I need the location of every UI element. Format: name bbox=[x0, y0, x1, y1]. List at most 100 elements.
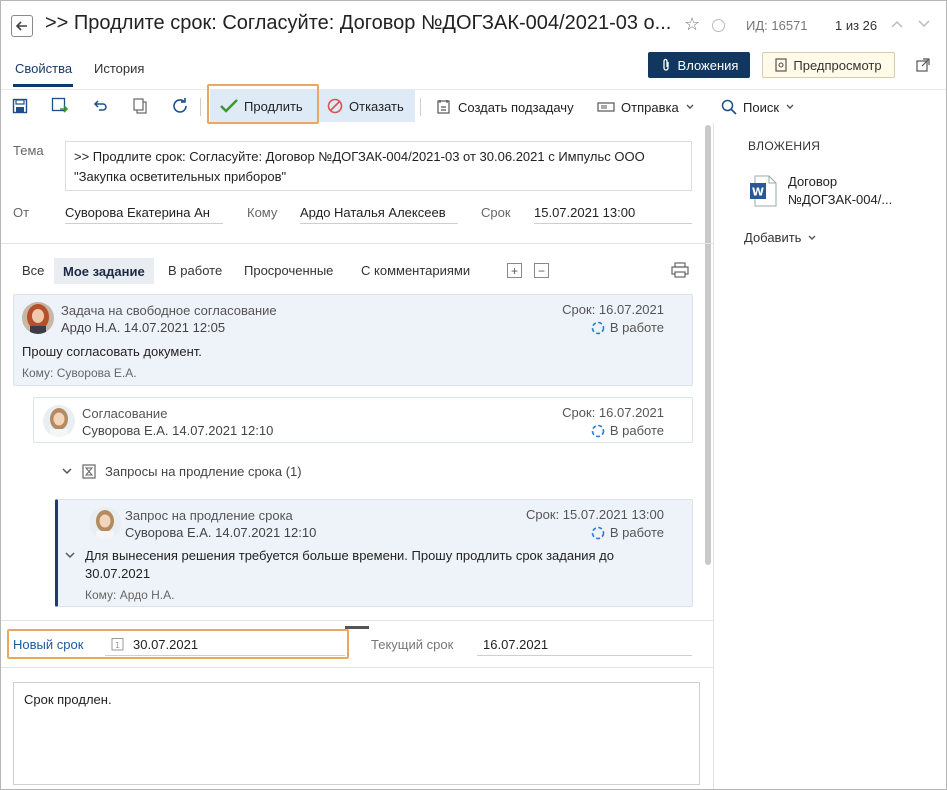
copy-icon[interactable] bbox=[130, 96, 150, 116]
open-external-icon[interactable] bbox=[915, 57, 931, 73]
preview-button[interactable]: Предпросмотр bbox=[762, 52, 895, 78]
undo-icon[interactable] bbox=[90, 96, 110, 116]
tab-properties[interactable]: Свойства bbox=[15, 61, 72, 76]
task-author-date: Ардо Н.А. 14.07.2021 12:05 bbox=[61, 320, 226, 335]
task-status: В работе bbox=[591, 423, 664, 438]
hourglass-calendar-icon bbox=[82, 464, 96, 479]
comment-textarea[interactable]: Срок продлен. bbox=[13, 682, 700, 785]
field-underline bbox=[477, 655, 692, 656]
chevron-down-icon bbox=[786, 104, 794, 109]
svg-text:1: 1 bbox=[115, 641, 120, 650]
scrollbar[interactable] bbox=[705, 125, 711, 565]
panel-divider bbox=[713, 123, 714, 789]
preview-button-label: Предпросмотр bbox=[793, 57, 882, 73]
task-due: Срок: 16.07.2021 bbox=[562, 302, 664, 317]
toolbar: Продлить Отказать Создать подзадачу Отпр… bbox=[1, 89, 946, 123]
in-progress-icon bbox=[591, 526, 605, 539]
back-button[interactable] bbox=[11, 15, 33, 37]
chevron-down-icon bbox=[62, 468, 72, 475]
task-card[interactable]: Задача на свободное согласование Ардо Н.… bbox=[13, 294, 693, 386]
prohibited-icon bbox=[327, 98, 343, 114]
record-counter: 1 из 26 bbox=[835, 18, 878, 33]
preview-icon bbox=[775, 58, 788, 72]
task-status-label: В работе bbox=[609, 525, 664, 540]
refresh-icon[interactable] bbox=[170, 96, 190, 116]
add-attachment-button[interactable]: Добавить bbox=[744, 230, 817, 245]
chevron-down-icon[interactable] bbox=[916, 16, 932, 32]
task-author-date: Суворова Е.А. 14.07.2021 12:10 bbox=[82, 423, 274, 438]
tabs-row: Свойства История Вложения Предпросмотр bbox=[1, 51, 946, 87]
refuse-button-label: Отказать bbox=[349, 98, 404, 114]
task-status: В работе bbox=[591, 525, 664, 540]
task-card[interactable]: Запрос на продление срока Суворова Е.А. … bbox=[55, 499, 693, 607]
subject-label: Тема bbox=[13, 143, 44, 158]
from-field[interactable]: Суворова Екатерина Ан bbox=[65, 205, 223, 224]
send-menu-button[interactable]: Отправка bbox=[597, 90, 695, 124]
expand-all-icon[interactable]: + bbox=[507, 263, 522, 278]
in-progress-icon bbox=[591, 424, 605, 437]
paperclip-icon bbox=[662, 58, 669, 71]
filter-in-progress[interactable]: В работе bbox=[168, 263, 222, 278]
refuse-button[interactable]: Отказать bbox=[319, 90, 415, 122]
chevron-down-icon bbox=[686, 104, 694, 109]
task-window: >> Продлите срок: Согласуйте: Договор №Д… bbox=[0, 0, 947, 790]
task-due: Срок: 16.07.2021 bbox=[562, 405, 664, 420]
attachments-button-label: Вложения bbox=[677, 57, 739, 73]
attachments-button[interactable]: Вложения bbox=[648, 52, 750, 78]
create-subtask-label: Создать подзадачу bbox=[458, 99, 574, 115]
resize-handle[interactable] bbox=[345, 626, 369, 629]
toolbar-divider bbox=[420, 98, 421, 116]
task-due: Срок: 15.07.2021 13:00 bbox=[526, 507, 664, 522]
search-icon bbox=[721, 99, 737, 115]
task-title: Согласование bbox=[82, 406, 168, 421]
avatar bbox=[89, 507, 121, 539]
arrow-left-icon bbox=[15, 21, 27, 31]
current-due-field: 16.07.2021 bbox=[483, 637, 549, 652]
to-label: Кому bbox=[247, 205, 278, 220]
task-recipient: Кому: Ардо Н.А. bbox=[85, 588, 175, 602]
due-field[interactable]: 15.07.2021 13:00 bbox=[534, 205, 692, 224]
section-divider bbox=[1, 667, 713, 668]
task-author-date: Суворова Е.А. 14.07.2021 12:10 bbox=[125, 525, 317, 540]
subject-field[interactable]: >> Продлите срок: Согласуйте: Договор №Д… bbox=[65, 141, 692, 191]
avatar bbox=[43, 405, 75, 437]
create-subtask-button[interactable]: Создать подзадачу bbox=[436, 90, 574, 124]
attachments-heading: ВЛОЖЕНИЯ bbox=[748, 139, 821, 153]
collapse-all-icon[interactable]: − bbox=[534, 263, 549, 278]
status-circle-icon[interactable] bbox=[712, 19, 725, 32]
from-label: От bbox=[13, 205, 30, 220]
attachment-name-line1: Договор bbox=[788, 174, 838, 189]
print-icon[interactable] bbox=[671, 262, 689, 278]
filter-my-task[interactable]: Мое задание bbox=[54, 258, 154, 284]
task-body: Прошу согласовать документ. bbox=[22, 344, 202, 359]
section-divider bbox=[1, 620, 713, 621]
tab-history[interactable]: История bbox=[94, 61, 144, 76]
task-status: В работе bbox=[591, 320, 664, 335]
extend-highlight-frame bbox=[207, 84, 319, 124]
new-due-label: Новый срок bbox=[13, 637, 84, 652]
task-body: Для вынесения решения требуется больше в… bbox=[85, 548, 614, 581]
search-menu-button[interactable]: Поиск bbox=[721, 90, 795, 124]
svg-text:W: W bbox=[752, 186, 764, 199]
chevron-up-icon[interactable] bbox=[889, 16, 905, 32]
task-recipient: Кому: Суворова Е.А. bbox=[22, 366, 137, 380]
filter-all[interactable]: Все bbox=[22, 263, 44, 278]
save-and-close-icon[interactable] bbox=[50, 96, 70, 116]
star-icon[interactable]: ☆ bbox=[684, 14, 700, 35]
save-icon[interactable] bbox=[10, 96, 30, 116]
filter-overdue[interactable]: Просроченные bbox=[244, 263, 333, 278]
task-card[interactable]: Согласование Суворова Е.А. 14.07.2021 12… bbox=[33, 397, 693, 443]
extension-requests-group[interactable]: Запросы на продление срока (1) bbox=[61, 463, 302, 479]
attachment-item[interactable]: Договор №ДОГЗАК-004/... bbox=[788, 173, 892, 209]
new-due-field[interactable]: 30.07.2021 bbox=[133, 637, 198, 652]
to-field[interactable]: Ардо Наталья Алексеев bbox=[300, 205, 458, 224]
calendar-icon[interactable]: 1 bbox=[111, 637, 124, 651]
in-progress-icon bbox=[591, 321, 605, 334]
chevron-down-icon[interactable] bbox=[64, 549, 76, 561]
filter-with-comments[interactable]: С комментариями bbox=[361, 263, 470, 278]
search-menu-label: Поиск bbox=[743, 99, 780, 115]
field-underline bbox=[105, 655, 345, 656]
title-bar: >> Продлите срок: Согласуйте: Договор №Д… bbox=[1, 1, 946, 49]
task-status-label: В работе bbox=[609, 423, 664, 438]
word-document-icon: W bbox=[750, 175, 777, 207]
